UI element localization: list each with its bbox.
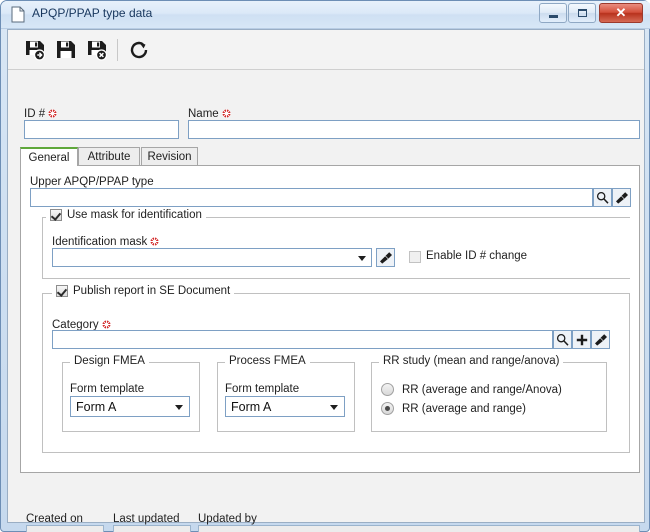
upper-type-search-button[interactable] [593,188,612,207]
identification-mask-value [53,249,56,261]
required-icon [222,109,231,118]
tab-general[interactable]: General [20,147,78,166]
category-clear-button[interactable] [591,330,610,349]
rr-option-anova-radio[interactable] [381,383,394,396]
tab-attribute[interactable]: Attribute [78,147,140,165]
minimize-button[interactable] [539,3,567,23]
publish-report-checkbox[interactable] [56,285,68,297]
upper-type-label: Upper APQP/PPAP type [30,176,154,188]
publish-report-checkbox-row[interactable]: Publish report in SE Document [52,285,235,297]
close-icon: ✕ [615,5,627,20]
category-search-button[interactable] [553,330,572,349]
last-updated-label: Last updated [113,513,180,525]
restore-button[interactable] [568,3,596,23]
save-and-new-button[interactable] [22,37,48,63]
tab-general-label: General [28,151,70,164]
id-input[interactable] [24,120,179,139]
tab-revision[interactable]: Revision [141,147,198,165]
enable-id-change-label: Enable ID # change [426,250,528,262]
toolbar-separator [117,39,118,61]
refresh-icon [130,41,148,59]
client-area: ID # Name General Attribute Revision Upp… [7,29,645,532]
refresh-button[interactable] [126,37,152,63]
document-icon [11,6,25,23]
design-fmea-template-select[interactable]: Form A [70,396,190,417]
created-on-label: Created on [26,513,83,525]
save-and-close-button[interactable] [84,37,110,63]
save-close-icon [88,41,108,61]
upper-type-input[interactable] [30,188,593,207]
clear-brush-icon [594,333,607,346]
required-icon [48,109,57,118]
enable-id-change-checkbox[interactable] [409,251,421,263]
clear-brush-icon [615,191,628,204]
identification-mask-label: Identification mask [52,236,159,248]
clear-brush-icon [379,251,392,264]
search-icon [556,333,569,346]
save-icon [57,41,75,58]
last-updated-input [113,525,191,532]
chevron-down-icon [358,256,366,261]
rr-study-title: RR study (mean and range/anova) [379,355,564,367]
tab-revision-label: Revision [147,150,192,163]
window-title: APQP/PPAP type data [32,6,153,20]
close-button[interactable]: ✕ [599,3,643,23]
design-fmea-template-value: Form A [76,399,117,414]
rr-option-average-range-radio[interactable] [381,402,394,415]
name-label: Name [188,108,231,120]
rr-option-anova-label: RR (average and range/Anova) [402,383,562,396]
save-new-icon [26,41,46,61]
publish-report-label: Publish report in SE Document [73,285,231,297]
process-fmea-title: Process FMEA [225,355,310,367]
restore-icon [569,4,595,22]
identification-mask-select[interactable] [52,248,372,267]
use-mask-checkbox-row[interactable]: Use mask for identification [46,209,206,221]
use-mask-label: Use mask for identification [67,209,202,221]
required-icon [150,237,159,246]
category-input[interactable] [52,330,553,349]
process-fmea-template-value: Form A [231,399,272,414]
category-add-button[interactable] [572,330,591,349]
created-on-input [26,525,104,532]
chevron-down-icon [330,405,338,410]
design-fmea-template-label: Form template [70,383,145,395]
application-window: APQP/PPAP type data ✕ ID # Name General … [0,0,650,532]
design-fmea-title: Design FMEA [70,355,149,367]
use-mask-checkbox[interactable] [50,209,62,221]
rr-option-average-range[interactable]: RR (average and range) [381,402,526,415]
title-bar: APQP/PPAP type data ✕ [1,1,650,29]
updated-by-label: Updated by [198,513,257,525]
required-icon [102,320,111,329]
process-fmea-template-label: Form template [225,383,300,395]
chevron-down-icon [175,405,183,410]
tab-attribute-label: Attribute [87,150,131,163]
save-button[interactable] [53,37,79,63]
process-fmea-template-select[interactable]: Form A [225,396,345,417]
id-label: ID # [24,108,57,120]
rr-study-group [371,362,607,432]
plus-icon [576,334,587,345]
search-icon [596,191,609,204]
minimize-icon [540,4,566,22]
identification-mask-clear-button[interactable] [376,248,395,267]
toolbar [8,30,644,70]
name-input[interactable] [188,120,640,139]
upper-type-clear-button[interactable] [612,188,631,207]
rr-option-average-range-label: RR (average and range) [402,402,527,415]
tab-strip: General Attribute Revision [20,147,640,166]
rr-option-anova[interactable]: RR (average and range/Anova) [381,383,562,396]
updated-by-input [198,525,640,532]
